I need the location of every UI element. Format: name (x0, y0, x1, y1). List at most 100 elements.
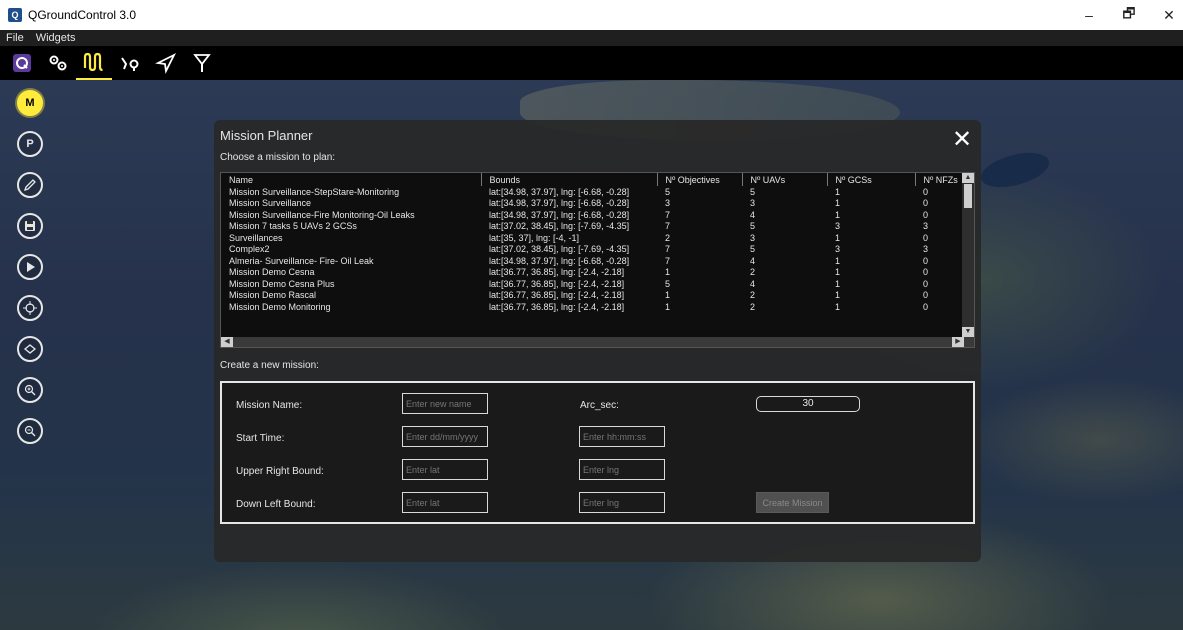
down-left-lng-input[interactable] (579, 492, 665, 513)
cell-objectives: 2 (665, 232, 671, 243)
scroll-thumb[interactable] (964, 184, 972, 208)
save-button[interactable] (17, 213, 43, 239)
parking-button[interactable]: P (17, 131, 43, 157)
qgc-app-icon: Q (8, 8, 22, 22)
fly-view-button[interactable] (112, 46, 148, 80)
dialog-close-icon[interactable]: ✕ (952, 128, 972, 152)
layers-button[interactable] (17, 336, 43, 362)
send-button[interactable] (148, 46, 184, 80)
cell-nfzs: 0 (923, 267, 929, 278)
cell-name: Mission Demo Monitoring (229, 301, 331, 312)
table-row[interactable]: Mission Demo Cesna Plus lat:[36.77, 36.85… (221, 278, 964, 290)
cell-uavs: 4 (750, 255, 756, 266)
close-window-button[interactable]: ✕ (1146, 0, 1183, 30)
vehicle-setup-button[interactable] (40, 46, 76, 80)
table-row[interactable]: Mission Surveillance-StepStare-Monitorin… (221, 186, 964, 198)
mission-mode-button[interactable]: M (17, 90, 43, 116)
arc-sec-input[interactable]: 30 (756, 396, 860, 412)
column-header-bounds[interactable]: Bounds (481, 173, 658, 186)
qgc-logo-button[interactable] (4, 46, 40, 80)
table-row[interactable]: Mission 7 tasks 5 UAVs 2 GCSs lat:[37.02,… (221, 221, 964, 233)
cell-uavs: 5 (750, 244, 756, 255)
cell-name: Mission Demo Cesna Plus (229, 278, 335, 289)
cell-name: Mission Surveillance-Fire Monitoring-Oil… (229, 209, 415, 220)
menu-widgets[interactable]: Widgets (30, 32, 82, 44)
cell-bounds: lat:[36.77, 36.85], lng: [-2.4, -2.18] (489, 301, 625, 312)
play-button[interactable] (17, 254, 43, 280)
layers-icon (23, 344, 37, 354)
cell-uavs: 3 (750, 232, 756, 243)
cell-uavs: 4 (750, 278, 756, 289)
scroll-left-arrow-icon[interactable]: ◀ (221, 337, 233, 347)
upper-right-lng-input[interactable] (579, 459, 665, 480)
scroll-up-arrow-icon[interactable]: ▲ (962, 173, 974, 183)
cell-uavs: 5 (750, 186, 756, 197)
send-icon (155, 52, 177, 74)
table-row[interactable]: Complex2 lat:[37.02, 38.45], lng: [-7.69,… (221, 244, 964, 256)
upper-right-lat-input[interactable] (402, 459, 488, 480)
cell-gcss: 1 (835, 232, 841, 243)
arc-sec-label: Arc_sec: (580, 400, 619, 411)
plan-view-button[interactable] (76, 46, 112, 80)
cell-name: Complex2 (229, 244, 270, 255)
column-header-nfzs[interactable]: Nº NFZs (915, 173, 964, 186)
cell-objectives: 5 (665, 186, 671, 197)
cell-gcss: 1 (835, 278, 841, 289)
cell-uavs: 3 (750, 198, 756, 209)
missions-table[interactable]: Name Bounds Nº Objectives Nº UAVs Nº GCS… (220, 172, 975, 348)
down-left-lat-input[interactable] (402, 492, 488, 513)
cell-name: Mission Surveillance-StepStare-Monitorin… (229, 186, 400, 197)
column-header-gcss[interactable]: Nº GCSs (827, 173, 916, 186)
scroll-right-arrow-icon[interactable]: ▶ (952, 337, 964, 347)
center-target-button[interactable] (17, 295, 43, 321)
cell-uavs: 2 (750, 301, 756, 312)
table-row[interactable]: Mission Demo Monitoring lat:[36.77, 36.85… (221, 301, 964, 313)
create-mission-label: Create a new mission: (220, 360, 319, 371)
table-vertical-scrollbar[interactable]: ▲ ▼ (962, 173, 974, 337)
vehicle-setup-icon (49, 55, 67, 71)
upper-right-bound-label: Upper Right Bound: (236, 466, 324, 477)
zoom-in-button[interactable] (17, 377, 43, 403)
save-icon (25, 221, 35, 231)
table-row[interactable]: Almeria- Surveillance- Fire- Oil Leak lat… (221, 255, 964, 267)
column-header-objectives[interactable]: Nº Objectives (657, 173, 743, 186)
zoom-out-button[interactable] (17, 418, 43, 444)
table-row[interactable]: Mission Demo Cesna lat:[36.77, 36.85], ln… (221, 267, 964, 279)
cell-nfzs: 3 (923, 221, 929, 232)
menu-file[interactable]: File (0, 32, 30, 44)
cell-bounds: lat:[34.98, 37.97], lng: [-6.68, -0.28] (489, 186, 630, 197)
plan-icon (83, 52, 103, 72)
cell-uavs: 2 (750, 290, 756, 301)
column-header-name[interactable]: Name (221, 173, 482, 186)
cell-gcss: 1 (835, 267, 841, 278)
parking-icon: P (26, 138, 34, 150)
main-toolbar (0, 46, 1183, 80)
cell-nfzs: 0 (923, 290, 929, 301)
cell-objectives: 5 (665, 278, 671, 289)
cell-nfzs: 3 (923, 244, 929, 255)
cell-objectives: 1 (665, 290, 671, 301)
cell-name: Surveillances (229, 232, 283, 243)
cell-uavs: 4 (750, 209, 756, 220)
mission-name-label: Mission Name: (236, 400, 303, 411)
play-icon (27, 262, 35, 272)
cell-name: Mission 7 tasks 5 UAVs 2 GCSs (229, 221, 357, 232)
antenna-button[interactable] (184, 46, 220, 80)
down-left-bound-label: Down Left Bound: (236, 499, 316, 510)
mission-planner-dialog: Mission Planner ✕ Choose a mission to pl… (214, 120, 981, 562)
table-row[interactable]: Mission Surveillance lat:[34.98, 37.97], … (221, 198, 964, 210)
start-time-input[interactable] (579, 426, 665, 447)
cell-nfzs: 0 (923, 209, 929, 220)
mission-name-input[interactable] (402, 393, 488, 414)
table-row[interactable]: Mission Demo Rascal lat:[36.77, 36.85], l… (221, 290, 964, 302)
start-date-input[interactable] (402, 426, 488, 447)
table-row[interactable]: Mission Surveillance-Fire Monitoring-Oil… (221, 209, 964, 221)
cell-gcss: 1 (835, 209, 841, 220)
cell-nfzs: 0 (923, 186, 929, 197)
create-mission-button[interactable]: Create Mission (756, 492, 829, 513)
column-header-uavs[interactable]: Nº UAVs (742, 173, 828, 186)
scroll-down-arrow-icon[interactable]: ▼ (962, 327, 974, 337)
table-horizontal-scrollbar[interactable]: ◀ ▶ (221, 337, 974, 347)
edit-button[interactable] (17, 172, 43, 198)
table-row[interactable]: Surveillances lat:[35, 37], lng: [-4, -1]… (221, 232, 964, 244)
